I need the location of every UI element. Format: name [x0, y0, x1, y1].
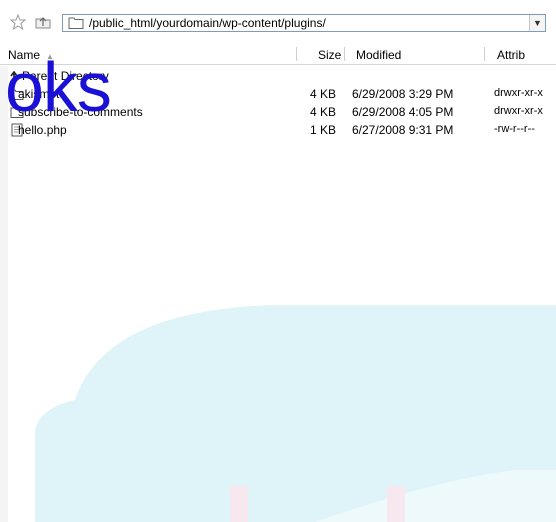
file-attrib: drwxr-xr-x: [494, 87, 543, 99]
bookmark-star-icon[interactable]: [9, 13, 27, 31]
list-item-folder[interactable]: akismet 4 KB 6/29/2008 3:29 PM drwxr-xr-…: [0, 86, 556, 102]
sort-ascending-icon: ▲: [46, 52, 54, 61]
column-size[interactable]: Size: [318, 48, 341, 62]
file-name: Parent Directory: [22, 69, 109, 83]
file-name: subscribe-to-comments: [18, 105, 143, 119]
column-attrib[interactable]: Attrib: [497, 48, 525, 62]
file-name: akismet: [18, 87, 60, 101]
column-name-label: Name: [8, 48, 41, 62]
up-directory-icon[interactable]: [34, 14, 51, 30]
file-attrib: drwxr-xr-x: [494, 105, 543, 117]
left-border: [0, 66, 8, 522]
ftp-remote-pane: /public_html/yourdomain/wp-content/plugi…: [0, 0, 556, 522]
column-modified[interactable]: Modified: [356, 48, 401, 62]
file-modified: 6/29/2008 4:05 PM: [352, 105, 454, 119]
column-separator[interactable]: [296, 47, 297, 61]
file-size: 4 KB: [310, 105, 337, 119]
list-item-parent-directory[interactable]: Parent Directory: [0, 68, 556, 84]
file-modified: 6/27/2008 9:31 PM: [352, 123, 454, 137]
file-size: 1 KB: [310, 123, 337, 137]
address-field[interactable]: /public_html/yourdomain/wp-content/plugi…: [62, 14, 546, 32]
address-toolbar: /public_html/yourdomain/wp-content/plugi…: [0, 0, 556, 42]
file-attrib: -rw-r--r--: [494, 123, 535, 135]
column-header: Name ▲ Size Modified Attrib: [0, 44, 556, 65]
list-item-file[interactable]: hello.php 1 KB 6/27/2008 9:31 PM -rw-r--…: [0, 122, 556, 138]
file-name: hello.php: [18, 123, 67, 137]
file-modified: 6/29/2008 3:29 PM: [352, 87, 454, 101]
file-size: 4 KB: [310, 87, 337, 101]
column-separator[interactable]: [484, 47, 485, 61]
column-name[interactable]: Name ▲: [8, 48, 54, 62]
address-path: /public_html/yourdomain/wp-content/plugi…: [89, 16, 326, 30]
watermark-background: [35, 305, 556, 522]
column-separator[interactable]: [344, 47, 345, 61]
list-item-folder[interactable]: subscribe-to-comments 4 KB 6/29/2008 4:0…: [0, 104, 556, 120]
chevron-down-icon[interactable]: ▼: [529, 15, 545, 31]
folder-icon: [68, 16, 84, 30]
